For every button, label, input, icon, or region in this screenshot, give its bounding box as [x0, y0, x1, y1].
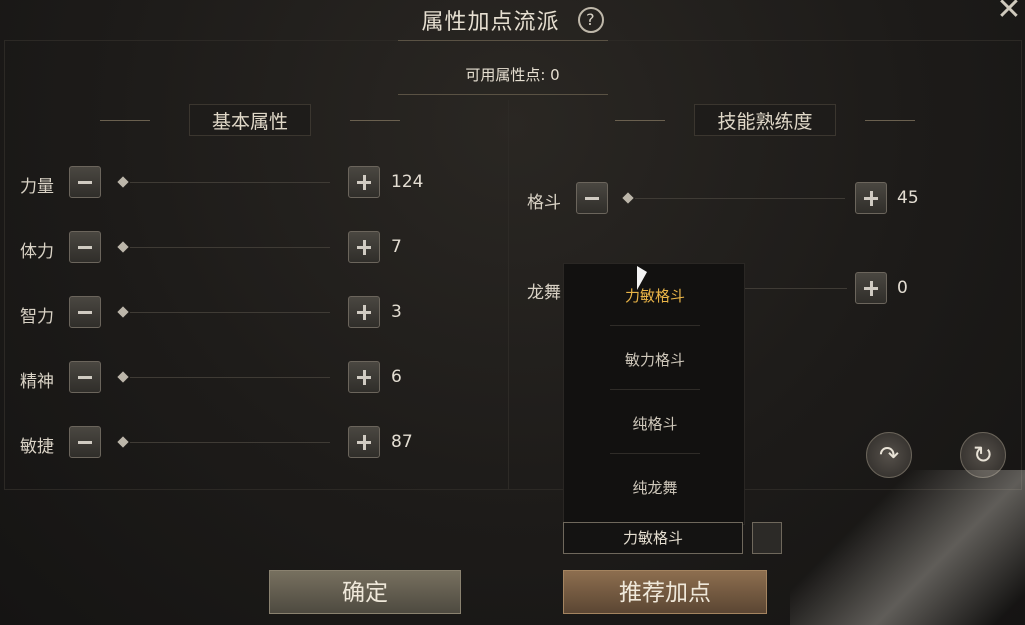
divider: [398, 94, 608, 95]
ornament: [350, 120, 400, 121]
slider-track[interactable]: [130, 377, 330, 378]
slider-track[interactable]: [130, 182, 330, 183]
attribute-row-strength: 力量 124: [20, 166, 440, 200]
attribute-row-spirit: 精神 6: [20, 361, 440, 395]
skill-label: 龙舞: [527, 283, 561, 303]
section-title: 基本属性: [188, 104, 311, 136]
dropdown-option[interactable]: 纯格斗: [564, 404, 746, 444]
slider-track[interactable]: [130, 442, 330, 443]
available-points: 可用属性点: 0: [465, 66, 560, 84]
decrease-button[interactable]: [69, 231, 101, 263]
recommend-points-button[interactable]: 推荐加点: [563, 570, 767, 614]
page-title: 属性加点流派: [421, 10, 560, 35]
skill-label: 格斗: [527, 193, 561, 213]
ornament: [865, 120, 915, 121]
dropdown-option[interactable]: 力敏格斗: [564, 276, 746, 316]
increase-button[interactable]: [348, 231, 380, 263]
attribute-value: 124: [391, 172, 424, 192]
increase-button[interactable]: [855, 272, 887, 304]
increase-button[interactable]: [348, 426, 380, 458]
increase-button[interactable]: [348, 361, 380, 393]
attribute-value: 87: [391, 432, 413, 452]
slider-track[interactable]: [130, 312, 330, 313]
ornament: [615, 120, 665, 121]
skill-value: 45: [897, 188, 919, 208]
title-bar: 属性加点流派 ?: [0, 1, 1025, 39]
confirm-button[interactable]: 确定: [269, 570, 461, 614]
attribute-row-agility: 敏捷 87: [20, 426, 440, 460]
slider-handle[interactable]: [117, 371, 129, 383]
slider-track[interactable]: [635, 198, 845, 199]
slider-handle[interactable]: [117, 241, 129, 253]
attribute-label: 体力: [20, 242, 54, 262]
divider: [610, 325, 700, 326]
skill-row-fighting: 格斗 45: [527, 182, 947, 216]
decrease-button[interactable]: [69, 361, 101, 393]
column-divider: [508, 100, 509, 490]
mouse-cursor-icon: [637, 266, 647, 290]
decrease-button[interactable]: [69, 426, 101, 458]
attribute-value: 6: [391, 367, 402, 387]
build-dropdown-list: 力敏格斗 敏力格斗 纯格斗 纯龙舞: [563, 263, 745, 525]
light-streak: [790, 470, 1025, 625]
attribute-row-intelligence: 智力 3: [20, 296, 440, 330]
decrease-button[interactable]: [576, 182, 608, 214]
dropdown-option[interactable]: 敏力格斗: [564, 340, 746, 380]
attribute-value: 3: [391, 302, 402, 322]
divider: [610, 389, 700, 390]
increase-button[interactable]: [855, 182, 887, 214]
increase-button[interactable]: [348, 296, 380, 328]
divider: [610, 453, 700, 454]
build-select[interactable]: 力敏格斗: [563, 522, 743, 554]
slider-handle[interactable]: [117, 176, 129, 188]
slider-handle[interactable]: [622, 192, 634, 204]
decrease-button[interactable]: [69, 166, 101, 198]
attribute-label: 力量: [20, 177, 54, 197]
attribute-label: 精神: [20, 372, 54, 392]
attribute-value: 7: [391, 237, 402, 257]
slider-track[interactable]: [130, 247, 330, 248]
decrease-button[interactable]: [69, 296, 101, 328]
divider: [398, 40, 608, 41]
close-icon[interactable]: ✕: [995, 0, 1023, 25]
slider-handle[interactable]: [117, 306, 129, 318]
slider-track[interactable]: [737, 288, 847, 289]
dropdown-option[interactable]: 纯龙舞: [564, 468, 746, 508]
attribute-label: 智力: [20, 307, 54, 327]
attribute-label: 敏捷: [20, 437, 54, 457]
increase-button[interactable]: [348, 166, 380, 198]
question-icon[interactable]: ?: [572, 1, 609, 39]
basic-attributes-header: 基本属性: [100, 104, 400, 138]
section-title: 技能熟练度: [694, 104, 836, 136]
skill-proficiency-header: 技能熟练度: [615, 104, 915, 138]
skill-value: 0: [897, 278, 908, 298]
attribute-row-stamina: 体力 7: [20, 231, 440, 265]
dropdown-toggle-button[interactable]: [752, 522, 782, 554]
slider-handle[interactable]: [117, 436, 129, 448]
ornament: [100, 120, 150, 121]
